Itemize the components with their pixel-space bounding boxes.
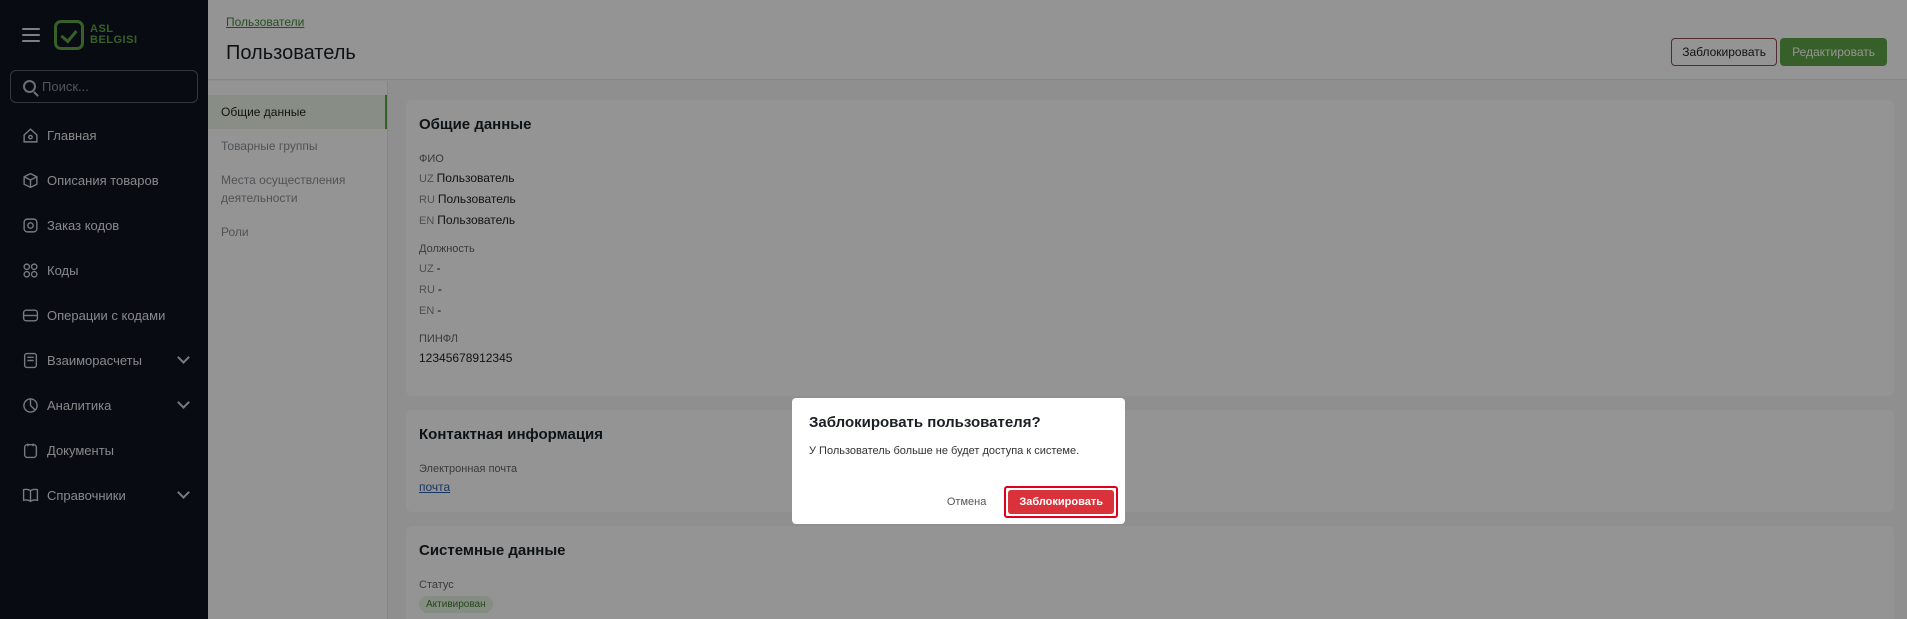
dialog-text: У Пользователь больше не будет доступа к…: [809, 445, 1080, 457]
confirm-highlight: Заблокировать: [1004, 486, 1118, 518]
cancel-button[interactable]: Отмена: [947, 496, 986, 508]
dialog-title: Заблокировать пользователя?: [809, 414, 1041, 431]
confirm-block-button[interactable]: Заблокировать: [1008, 490, 1114, 514]
dialog-actions: Отмена Заблокировать: [947, 486, 1118, 518]
block-user-dialog: Заблокировать пользователя? У Пользовате…: [792, 398, 1125, 524]
modal-overlay[interactable]: [0, 0, 1907, 619]
